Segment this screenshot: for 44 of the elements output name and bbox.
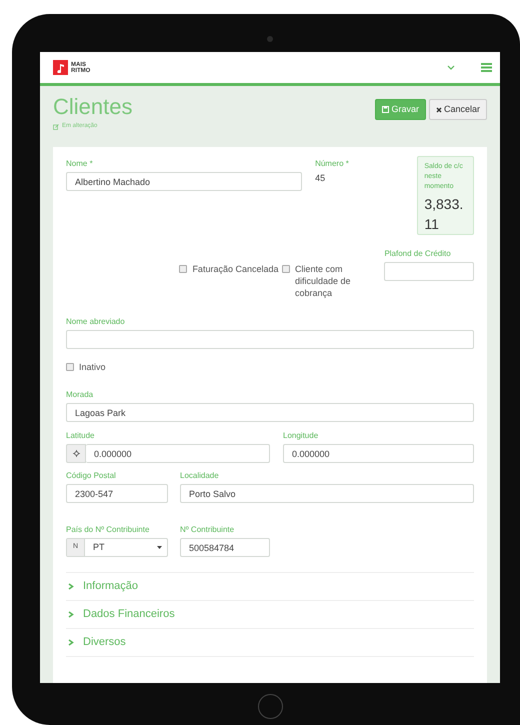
home-button[interactable]: [258, 694, 283, 719]
input-field[interactable]: [384, 262, 474, 281]
edit-icon: [53, 124, 59, 130]
chevron-right-icon: [68, 583, 74, 590]
crosshair-icon: [72, 450, 80, 457]
checkbox[interactable]: [66, 363, 74, 371]
input-field[interactable]: Porto Salvo: [180, 484, 474, 503]
input-field[interactable]: [66, 330, 474, 349]
field-label: Longitude: [283, 431, 320, 441]
checkbox-label: Inativo: [79, 361, 106, 373]
chevron-right-icon: [68, 639, 74, 646]
input-field[interactable]: 2300-547: [66, 484, 168, 503]
checkbox[interactable]: [179, 265, 188, 273]
camera-icon: [267, 36, 273, 42]
chevron-right-icon: [68, 611, 74, 618]
input-field[interactable]: Albertino Machado: [66, 172, 302, 191]
field-label: Nº Contribuinte: [180, 525, 236, 535]
field-label: Latitude: [66, 431, 96, 441]
field-label: Número *: [315, 159, 350, 169]
field-label: Plafond de Crédito: [384, 249, 452, 259]
checkbox-label: Cliente com dificuldade de cobrança: [294, 263, 352, 299]
number-value: 45: [315, 172, 326, 185]
cancel-button[interactable]: Cancelar: [428, 99, 487, 120]
field-label: Morada: [66, 390, 94, 400]
input-field[interactable]: 0.000000: [86, 444, 270, 463]
input-field[interactable]: 0.000000: [283, 444, 474, 463]
select-value: PT: [92, 540, 106, 554]
balance-value: 3,833.11: [424, 195, 464, 234]
checkbox-label: Faturação Cancelada: [192, 263, 278, 276]
close-icon: [436, 106, 442, 112]
input-field[interactable]: Lagoas Park: [66, 403, 474, 422]
field-label: Localidade: [180, 471, 220, 481]
checkbox[interactable]: [282, 265, 290, 273]
caret-icon: [157, 546, 162, 549]
locate-button[interactable]: [66, 444, 86, 463]
field-label: Nome abreviado: [66, 317, 126, 327]
page-title: Clientes: [53, 95, 132, 119]
menu-icon[interactable]: [481, 63, 492, 72]
field-label: Nome *: [66, 159, 94, 169]
logo-icon: [53, 60, 68, 75]
chevron-down-icon[interactable]: [447, 65, 455, 70]
field-label: País do Nº Contribuinte: [66, 525, 150, 535]
field-label: Código Postal: [66, 471, 117, 481]
input-field[interactable]: 500584784: [180, 538, 270, 557]
